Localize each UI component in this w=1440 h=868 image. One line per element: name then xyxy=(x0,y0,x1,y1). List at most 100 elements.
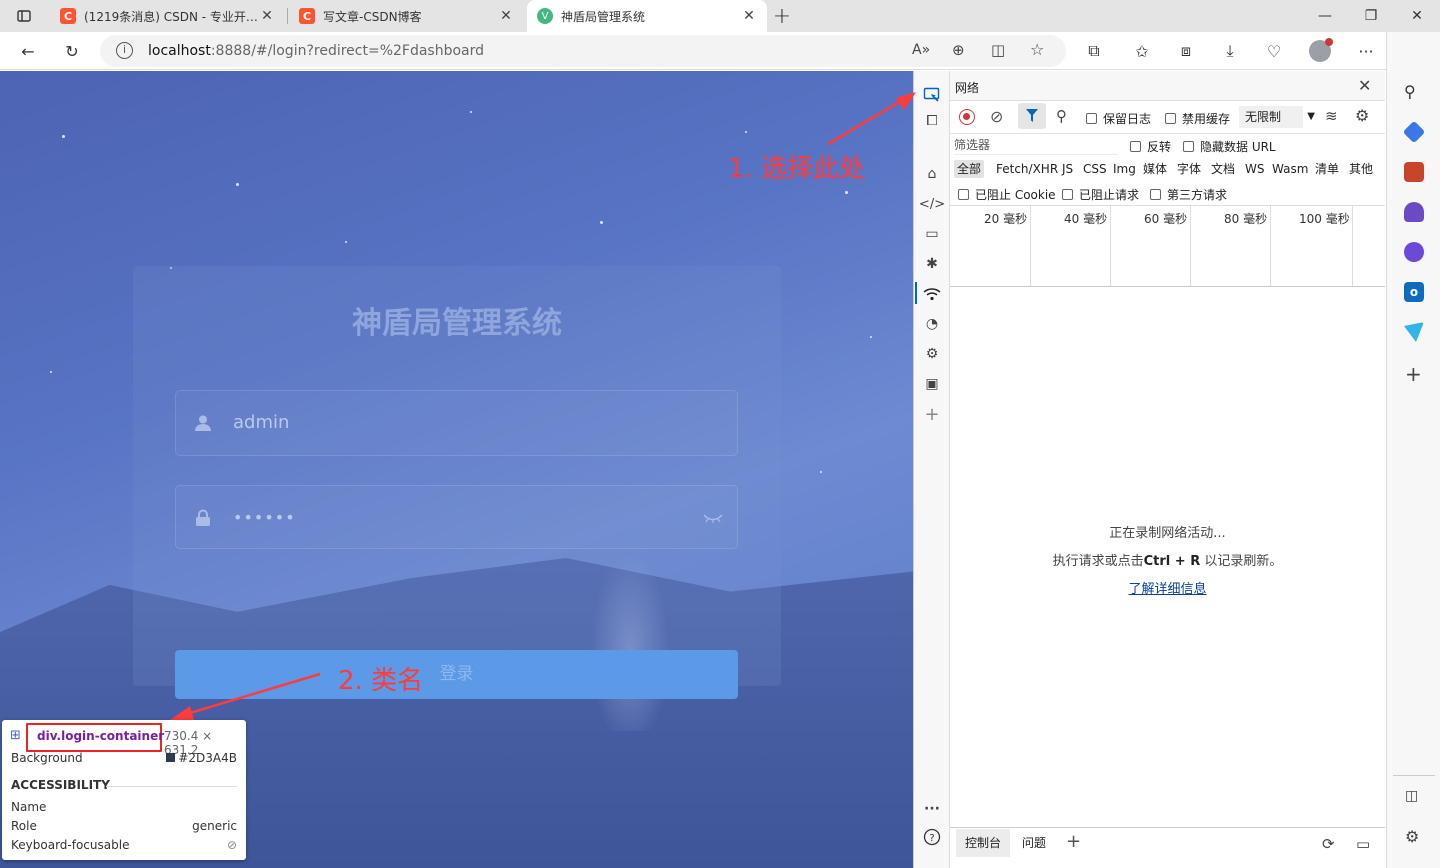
sidebar-send-icon[interactable] xyxy=(1404,322,1424,342)
drawer-tab-issues[interactable]: 问题 xyxy=(1022,829,1046,857)
favorite-star-icon[interactable]: ☆ xyxy=(1030,40,1044,59)
type-filter-other[interactable]: 其他 xyxy=(1349,160,1373,178)
timeline-gridline xyxy=(1352,206,1353,286)
sources-bug-icon[interactable]: ✱ xyxy=(922,254,942,274)
hide-data-urls-checkbox[interactable]: 隐藏数据 URL xyxy=(1183,138,1276,155)
home-icon[interactable]: ⌂ xyxy=(922,164,942,184)
panel-title: 网络 xyxy=(955,81,980,95)
filter-input[interactable]: 筛选器 xyxy=(954,135,1118,155)
sidebar-search-icon[interactable]: ⚲ xyxy=(1404,82,1416,101)
preserve-log-checkbox[interactable]: 保留日志 xyxy=(1086,110,1151,127)
drawer-tab-console[interactable]: 控制台 xyxy=(956,829,1010,857)
downloads-icon[interactable]: ⤓ xyxy=(1216,37,1244,65)
sidebar-toolbox-icon[interactable] xyxy=(1404,162,1424,182)
type-filter-img[interactable]: Img xyxy=(1113,160,1136,178)
third-party-checkbox[interactable]: 第三方请求 xyxy=(1150,186,1227,203)
performance-gauge-icon[interactable]: ◔ xyxy=(922,314,942,334)
type-filter-ws[interactable]: WS xyxy=(1245,160,1264,178)
type-filter-all[interactable]: 全部 xyxy=(954,160,984,178)
collections-icon[interactable]: ⧈ xyxy=(1172,37,1200,65)
tab-actions-icon[interactable] xyxy=(10,2,38,30)
info-icon[interactable]: i xyxy=(116,42,133,59)
help-icon[interactable]: ? xyxy=(922,827,942,847)
more-menu-icon[interactable]: ··· xyxy=(1352,37,1380,65)
tab-title: 写文章-CSDN博客 xyxy=(323,9,422,24)
invert-checkbox[interactable]: 反转 xyxy=(1130,138,1171,155)
blocked-cookies-checkbox[interactable]: 已阻止 Cookie xyxy=(958,186,1056,203)
role-value: generic xyxy=(192,819,237,833)
back-icon[interactable]: ← xyxy=(14,37,42,65)
refresh-icon[interactable]: ↻ xyxy=(58,37,86,65)
network-conditions-icon[interactable]: ≋ xyxy=(1325,107,1338,125)
hide-data-urls-label: 隐藏数据 URL xyxy=(1200,140,1276,154)
minimize-icon[interactable]: — xyxy=(1302,0,1348,32)
eye-closed-icon[interactable] xyxy=(702,512,724,524)
drawer-dock-icon[interactable]: ▭ xyxy=(1356,835,1370,853)
elements-icon[interactable]: </> xyxy=(919,194,945,214)
type-filter-wasm[interactable]: Wasm xyxy=(1272,160,1308,178)
sidebar-layout-icon[interactable]: ◫ xyxy=(1405,788,1418,804)
tab-shield-admin[interactable]: V 神盾局管理系统 ✕ xyxy=(527,0,767,32)
favorites-icon[interactable]: ✩ xyxy=(1128,37,1156,65)
sidebar-tag-icon[interactable] xyxy=(1402,120,1426,144)
vue-icon: V xyxy=(537,8,553,24)
read-aloud-icon[interactable]: A» xyxy=(912,42,930,58)
inspect-element-icon[interactable] xyxy=(922,85,942,105)
star-decoration xyxy=(236,183,239,186)
disable-cache-checkbox[interactable]: 禁用缓存 xyxy=(1165,110,1230,127)
url-text: localhost:8888/#/login?redirect=%2Fdashb… xyxy=(148,43,485,59)
close-icon[interactable]: ✕ xyxy=(498,8,514,24)
login-container: 神盾局管理系统 admin •••••• 登录 xyxy=(133,266,781,699)
drawer-add-tab-icon[interactable]: + xyxy=(1066,831,1081,852)
split-screen-icon[interactable]: ◫ xyxy=(991,41,1005,59)
devtools-close-icon[interactable]: ✕ xyxy=(1358,76,1371,95)
console-icon[interactable]: ▭ xyxy=(922,224,942,244)
sidebar-add-icon[interactable]: + xyxy=(1405,362,1422,386)
type-filter-css[interactable]: CSS xyxy=(1083,160,1107,178)
annotation-step-2: 2. 类名 xyxy=(338,666,424,696)
devtools-network-panel: 网络 ✕ ⊘ ⚲ 保留日志 禁用缓存 无限制 ▼ ≋ ⚙ 筛选器 反转 隐藏数据 … xyxy=(950,71,1385,868)
password-field[interactable]: •••••• xyxy=(175,485,738,549)
performance-icon[interactable]: ♡ xyxy=(1260,37,1288,65)
tab-csdn-write[interactable]: C 写文章-CSDN博客 ✕ xyxy=(289,0,524,32)
close-icon[interactable]: ✕ xyxy=(741,8,757,24)
more-tools-plus-icon[interactable]: + xyxy=(922,404,942,425)
csdn-icon: C xyxy=(60,8,76,24)
type-filter-font[interactable]: 字体 xyxy=(1177,160,1201,178)
learn-more-link[interactable]: 了解详细信息 xyxy=(1128,582,1206,597)
browser-toolbar: ← ↻ i localhost:8888/#/login?redirect=%2… xyxy=(0,32,1440,70)
zoom-icon[interactable]: ⊕ xyxy=(952,41,965,59)
record-stop-icon[interactable] xyxy=(959,109,975,125)
type-filter-doc[interactable]: 文档 xyxy=(1211,160,1235,178)
restore-icon[interactable]: ❐ xyxy=(1348,0,1394,32)
throttle-select[interactable]: 无限制 ▼ xyxy=(1239,106,1315,128)
settings-gear-icon[interactable]: ⚙ xyxy=(1355,106,1369,125)
filter-toggle-button[interactable] xyxy=(1018,103,1046,129)
search-icon[interactable]: ⚲ xyxy=(1056,107,1067,125)
username-field[interactable]: admin xyxy=(175,390,738,456)
new-tab-button[interactable]: + xyxy=(768,2,796,30)
address-bar[interactable]: i localhost:8888/#/login?redirect=%2Fdas… xyxy=(100,35,1066,67)
blocked-requests-checkbox[interactable]: 已阻止请求 xyxy=(1062,186,1139,203)
extensions-icon[interactable]: ⧉ xyxy=(1080,37,1108,65)
sidebar-office-icon[interactable] xyxy=(1404,242,1424,262)
sidebar-games-icon[interactable] xyxy=(1404,202,1424,222)
window-close-icon[interactable]: ✕ xyxy=(1394,0,1440,32)
type-filter-media[interactable]: 媒体 xyxy=(1143,160,1167,178)
close-icon[interactable]: ✕ xyxy=(259,8,275,24)
profile-avatar[interactable] xyxy=(1306,37,1334,65)
devtools-activity-bar: ⧠ ⌂ </> ▭ ✱ ◔ ⚙ ▣ + ··· ? xyxy=(913,71,950,868)
type-filter-js[interactable]: JS xyxy=(1062,160,1073,178)
tab-csdn-messages[interactable]: C (1219条消息) CSDN - 专业开发者... ✕ xyxy=(50,0,285,32)
sidebar-settings-icon[interactable]: ⚙ xyxy=(1405,827,1419,846)
type-filter-manifest[interactable]: 清单 xyxy=(1315,160,1339,178)
more-icon[interactable]: ··· xyxy=(922,799,942,819)
type-filter-fetch-xhr[interactable]: Fetch/XHR xyxy=(996,160,1058,178)
memory-chip-icon[interactable]: ⚙ xyxy=(922,344,942,364)
clear-icon[interactable]: ⊘ xyxy=(990,107,1003,126)
dock-rotate-icon[interactable]: ⟳ xyxy=(1322,835,1335,853)
application-icon[interactable]: ▣ xyxy=(922,374,942,394)
network-wifi-icon[interactable] xyxy=(922,284,942,304)
sidebar-outlook-icon[interactable]: o xyxy=(1404,282,1424,302)
device-emulation-icon[interactable]: ⧠ xyxy=(922,111,942,131)
